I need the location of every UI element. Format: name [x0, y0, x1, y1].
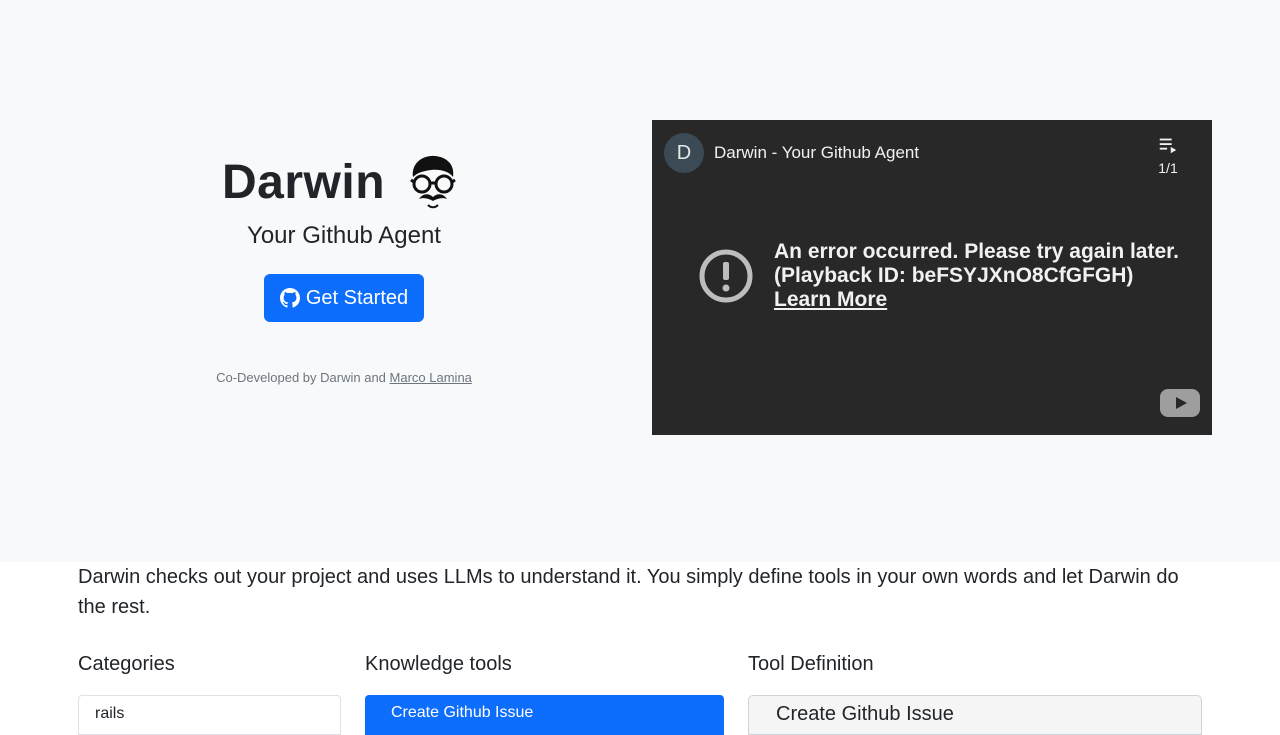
- title-row: Darwin: [222, 152, 457, 212]
- channel-avatar[interactable]: D: [664, 133, 704, 173]
- tool-name-field[interactable]: Create Github Issue: [748, 695, 1202, 735]
- tool-definition-heading: Tool Definition: [748, 653, 874, 675]
- video-title[interactable]: Darwin - Your Github Agent: [714, 143, 919, 163]
- github-icon: [279, 288, 300, 308]
- page-subtitle: Your Github Agent: [247, 222, 441, 249]
- learn-more-link[interactable]: Learn More: [774, 288, 887, 312]
- mascot-icon: [410, 155, 456, 209]
- description: Darwin checks out your project and uses …: [78, 566, 1179, 618]
- playlist-count: 1/1: [1158, 160, 1178, 176]
- knowledge-tools-heading: Knowledge tools: [365, 653, 512, 675]
- error-line-1: An error occurred. Please try again late…: [774, 240, 1180, 263]
- error-icon: [699, 249, 753, 303]
- credit-text: Co-Developed by Darwin and: [216, 370, 390, 385]
- hero-section: Darwin Your Github Agent Get Started Co-…: [0, 0, 1280, 562]
- get-started-button[interactable]: Get Started: [264, 274, 424, 322]
- credit-line: Co-Developed by Darwin and Marco Lamina: [0, 370, 688, 385]
- hero-intro: Darwin Your Github Agent Get Started Co-…: [0, 0, 688, 562]
- get-started-label: Get Started: [305, 286, 409, 309]
- playlist-button[interactable]: 1/1: [1148, 134, 1188, 176]
- category-item-rails[interactable]: rails: [78, 695, 341, 735]
- categories-heading: Categories: [78, 653, 175, 675]
- error-line-2: (Playback ID: beFSYJXnO8CfGFGH): [774, 264, 1134, 287]
- page-title: Darwin: [222, 155, 386, 209]
- playlist-icon: [1159, 138, 1177, 154]
- error-message: An error occurred. Please try again late…: [774, 240, 1194, 312]
- video-embed[interactable]: D Darwin - Your Github Agent 1/1 An erro…: [652, 120, 1212, 435]
- tool-item-create-github-issue[interactable]: Create Github Issue: [365, 695, 724, 735]
- author-link[interactable]: Marco Lamina: [390, 370, 472, 385]
- youtube-logo-icon[interactable]: [1160, 389, 1200, 417]
